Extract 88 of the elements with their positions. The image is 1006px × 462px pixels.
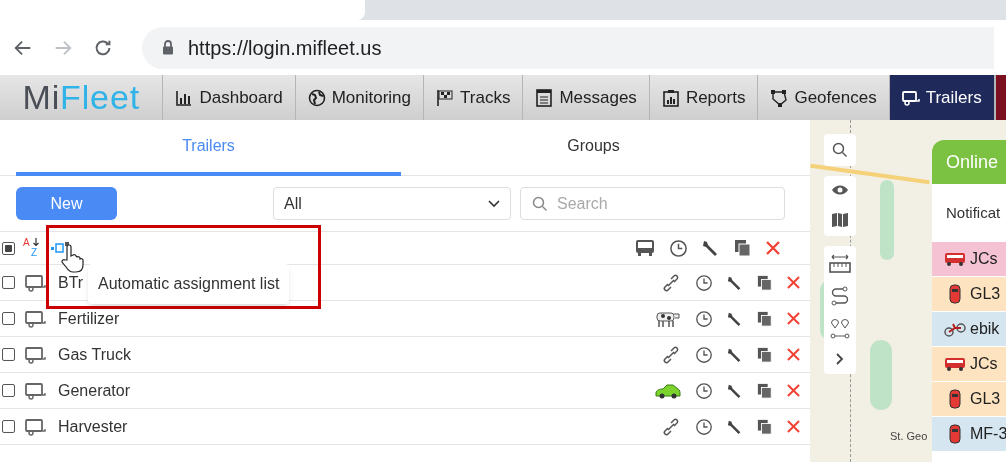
trailer-name: BTr xyxy=(58,272,84,293)
delete-icon[interactable] xyxy=(766,241,780,255)
trailer-icon xyxy=(25,345,46,364)
delete-icon[interactable] xyxy=(787,384,800,397)
clock-icon[interactable] xyxy=(695,381,713,400)
trailer-icon xyxy=(25,381,46,400)
car-icon[interactable] xyxy=(655,382,681,399)
wrench-icon[interactable] xyxy=(702,239,720,257)
unit-item[interactable]: JCs xyxy=(932,242,1006,277)
wrench-icon[interactable] xyxy=(727,382,743,399)
cow-icon[interactable] xyxy=(655,309,681,328)
wrench-icon[interactable] xyxy=(727,418,743,435)
address-bar[interactable]: https://login.mifleet.us xyxy=(142,26,994,69)
bicycle-icon xyxy=(944,320,966,338)
filter-value: All xyxy=(284,193,302,214)
polygon-icon xyxy=(770,88,789,107)
wrench-icon[interactable] xyxy=(727,310,743,327)
search-field[interactable]: Search xyxy=(520,187,785,220)
trailer-icon xyxy=(25,309,46,328)
eye-icon[interactable] xyxy=(831,184,849,196)
url-text: https://login.mifleet.us xyxy=(188,35,382,61)
trailer-icon xyxy=(25,417,46,436)
clock-icon[interactable] xyxy=(695,309,713,328)
trailer-icon xyxy=(25,273,46,292)
row-checkbox[interactable] xyxy=(2,420,15,433)
trailer-icon xyxy=(901,88,920,107)
globe-icon xyxy=(307,88,326,107)
filter-dropdown[interactable]: All xyxy=(273,187,511,220)
map-search-button[interactable] xyxy=(824,134,856,166)
delete-icon[interactable] xyxy=(787,348,800,361)
wrench-icon[interactable] xyxy=(727,346,743,363)
clock-icon[interactable] xyxy=(695,273,713,292)
trailer-name: Fertilizer xyxy=(58,308,120,329)
row-checkbox[interactable] xyxy=(2,276,15,289)
select-all-checkbox[interactable] xyxy=(2,241,15,255)
hand-cursor-icon xyxy=(60,244,86,274)
chevron-right-icon[interactable] xyxy=(835,352,845,366)
chevron-down-icon xyxy=(488,199,500,208)
search-icon xyxy=(832,142,848,158)
vegetation-patch xyxy=(870,340,892,410)
delete-icon[interactable] xyxy=(787,312,800,325)
logo: MiFleet xyxy=(22,77,140,118)
ruler-icon[interactable] xyxy=(829,254,851,274)
wrench-icon[interactable] xyxy=(727,274,743,291)
clipboard-icon xyxy=(661,88,680,107)
clock-icon[interactable] xyxy=(695,345,713,364)
bus-icon[interactable] xyxy=(635,239,655,257)
bus-icon xyxy=(944,357,966,371)
bar-chart-icon xyxy=(175,88,194,107)
copy-icon[interactable] xyxy=(757,274,773,291)
document-icon xyxy=(535,88,554,107)
unit-item[interactable]: JCs xyxy=(932,347,1006,382)
row-checkbox[interactable] xyxy=(2,348,15,361)
map[interactable]: St. Geo Online Notificat JCs GL3 ebik JCs GL3 MF-3 xyxy=(810,120,1006,462)
tooltip: Automatic assignment list xyxy=(88,264,290,304)
search-icon xyxy=(532,196,548,212)
map-icon[interactable] xyxy=(831,212,849,228)
delete-icon[interactable] xyxy=(787,420,800,433)
pins-icon[interactable] xyxy=(830,318,850,340)
copy-icon[interactable] xyxy=(757,346,773,363)
unit-item[interactable]: GL3 xyxy=(932,382,1006,417)
bus-icon xyxy=(944,252,966,266)
nav-item[interactable]: Trailers xyxy=(889,75,995,120)
route-icon[interactable] xyxy=(830,286,850,306)
row-checkbox[interactable] xyxy=(2,312,15,325)
copy-icon[interactable] xyxy=(757,382,773,399)
panel-title: Online xyxy=(946,150,999,174)
copy-icon[interactable] xyxy=(757,418,773,435)
unit-item[interactable]: MF-3 xyxy=(932,417,1006,452)
copy-icon[interactable] xyxy=(757,310,773,327)
trailer-name: Gas Truck xyxy=(58,344,131,365)
down-arrow-icon xyxy=(32,238,40,247)
copy-icon[interactable] xyxy=(734,239,752,257)
tab[interactable]: Groups xyxy=(401,120,786,176)
trailer-name: Harvester xyxy=(58,416,128,437)
clock-icon[interactable] xyxy=(695,417,713,436)
unit-item[interactable]: ebik xyxy=(932,312,1006,347)
lock-icon xyxy=(162,40,174,55)
assignment-icon[interactable] xyxy=(51,241,71,255)
trailer-name: Generator xyxy=(58,380,131,401)
clock-icon[interactable] xyxy=(669,238,688,258)
checkered-flag-icon xyxy=(436,88,454,107)
sort-az-button[interactable]: A Z xyxy=(23,238,43,258)
place-label: St. Geo xyxy=(890,429,928,444)
delete-icon[interactable] xyxy=(787,276,800,289)
unit-item[interactable]: GL3 xyxy=(932,277,1006,312)
notification-label: Notificat xyxy=(946,202,1001,223)
row-checkbox[interactable] xyxy=(2,384,15,397)
